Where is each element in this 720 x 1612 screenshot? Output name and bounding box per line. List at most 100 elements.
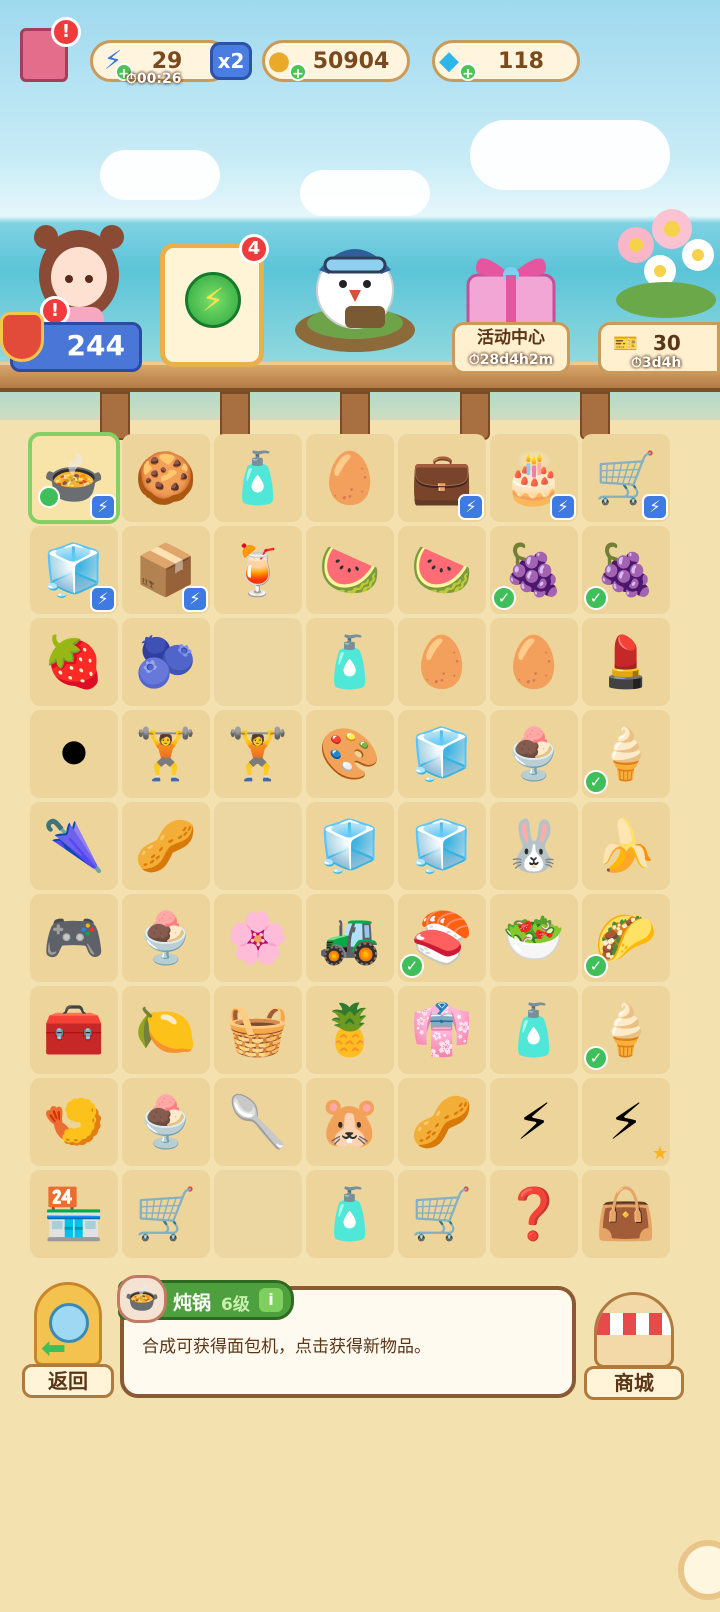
board-cell[interactable]: 💄 <box>582 618 670 706</box>
board-cell[interactable]: 🧊 <box>398 710 486 798</box>
board-cell[interactable]: 🏪 <box>30 1170 118 1258</box>
board-cell[interactable]: 📦 ⚡ <box>122 526 210 614</box>
energy-multiplier-button[interactable]: x2 <box>210 42 252 80</box>
board-cell[interactable]: 👘 <box>398 986 486 1074</box>
lightning-badge-icon: ⚡ <box>90 586 116 612</box>
board-cell[interactable]: 🛒 <box>122 1170 210 1258</box>
board-cell[interactable] <box>214 1170 302 1258</box>
cloud <box>300 170 430 216</box>
flower-timer: ⏱3d4h <box>631 355 681 371</box>
board-cell[interactable]: 🥗 <box>490 894 578 982</box>
board-cell[interactable]: 🎨 <box>306 710 394 798</box>
board-cell[interactable]: 🥜 <box>398 1078 486 1166</box>
board-cell[interactable]: 🍦 ✓ <box>582 710 670 798</box>
sponge-icon: 🥚 <box>410 633 474 691</box>
rainbow-energy-orb-icon: ⚡ <box>608 1093 644 1151</box>
board-cell[interactable]: 🧊 <box>398 802 486 890</box>
gem-counter[interactable]: ◆ + 118 <box>432 40 580 82</box>
warehouse-icon: 🏪 <box>42 1185 106 1243</box>
board-cell[interactable]: 🍋 <box>122 986 210 1074</box>
plus-icon: + <box>289 63 307 82</box>
board-cell[interactable]: 🌂 <box>30 802 118 890</box>
board-cell[interactable]: 🏋 <box>214 710 302 798</box>
bunny-slippers-icon: 🐰 <box>502 817 566 875</box>
board-cell[interactable]: 🍹 <box>214 526 302 614</box>
coin-value: 50904 <box>312 48 390 74</box>
board-cell[interactable]: 🧊 ⚡ <box>30 526 118 614</box>
selected-item-tag: 🍲 炖锅 6级 i <box>117 1275 294 1323</box>
board-cell[interactable]: ⚫ <box>30 710 118 798</box>
item-description: 合成可获得面包机，点击获得新物品。 <box>142 1337 431 1357</box>
board-cell[interactable]: 🧴 <box>490 986 578 1074</box>
luggage-cart-icon: 🛒 <box>410 1185 474 1243</box>
pilot-bird-nest[interactable] <box>285 218 425 358</box>
board-cell[interactable]: 🍌 <box>582 802 670 890</box>
board-cell[interactable]: 🌸 <box>214 894 302 982</box>
board-cell[interactable]: 🍨 <box>122 1078 210 1166</box>
level-value: 244 <box>66 329 125 362</box>
board-cell[interactable]: 🐹 <box>306 1078 394 1166</box>
flower-event-button[interactable]: 🎫 30 ⏱3d4h <box>598 322 720 374</box>
board-cell[interactable]: 🧴 <box>214 434 302 522</box>
board-cell[interactable]: 🍇 ✓ <box>490 526 578 614</box>
ice-cream-cup-icon: 🍨 <box>502 725 566 783</box>
sponge-icon: 🥚 <box>318 449 382 507</box>
board-cell[interactable]: 🍤 <box>30 1078 118 1166</box>
board-cell[interactable]: 🏋 <box>122 710 210 798</box>
board-cell[interactable]: 🧊 <box>306 802 394 890</box>
shop-button[interactable]: 商城 <box>584 1292 684 1400</box>
watermelon-drink-icon: 🍉 <box>318 541 382 599</box>
board-cell[interactable]: 🥚 <box>306 434 394 522</box>
board-cell[interactable]: 🐰 <box>490 802 578 890</box>
board-cell[interactable]: 🌮 ✓ <box>582 894 670 982</box>
lemon-dessert-icon: 🍋 <box>134 1001 198 1059</box>
plus-icon: + <box>459 63 477 82</box>
board-cell[interactable]: 💼 ⚡ <box>398 434 486 522</box>
board-cell[interactable]: 🎂 ⚡ <box>490 434 578 522</box>
board-cell[interactable]: 🍉 <box>306 526 394 614</box>
board-cell[interactable]: 🍪 <box>122 434 210 522</box>
shield-icon[interactable] <box>0 312 44 362</box>
board-cell[interactable]: 🎮 <box>30 894 118 982</box>
board-cell[interactable]: 🧴 <box>306 618 394 706</box>
board-cell[interactable]: 🥜 <box>122 802 210 890</box>
board-cell[interactable]: 🥚 <box>490 618 578 706</box>
board-cell[interactable]: 🥄 <box>214 1078 302 1166</box>
board-cell[interactable]: 🍓 <box>30 618 118 706</box>
board-cell[interactable]: ⚡ <box>490 1078 578 1166</box>
board-cell[interactable]: 👜 <box>582 1170 670 1258</box>
board-cell[interactable]: 🥚 <box>398 618 486 706</box>
board-cell[interactable]: 🧴 <box>306 1170 394 1258</box>
coin-counter[interactable]: ● + 50904 <box>262 40 410 82</box>
salmon-salad-icon: 🥗 <box>502 909 566 967</box>
board-cell[interactable]: 🍦 ✓ <box>582 986 670 1074</box>
cloud <box>100 150 220 200</box>
board-cell[interactable]: 🍲 ⚡ <box>28 432 120 524</box>
merge-board: 🍲 ⚡ 🍪 🧴 🥚 💼 ⚡ 🎂 ⚡ 🛒 ⚡ 🧊 ⚡ 📦 ⚡ 🍹 🍉 🍉 🍇 ✓ 🍇 ✓ 🍓 🫐 🧴 🥚 🥚 💄 ⚫ 🏋 🏋 🎨 🧊 🍨 🍦 ✓ 🌂 🥜 🧊 🧊… <box>28 432 672 1260</box>
board-cell[interactable]: 🧰 <box>30 986 118 1074</box>
info-button[interactable]: i <box>259 1288 283 1312</box>
board-cell[interactable]: ❓ <box>490 1170 578 1258</box>
board-cell[interactable]: 🛒 <box>398 1170 486 1258</box>
seeds-pair-icon: 🥜 <box>410 1093 474 1151</box>
board-cell[interactable]: 🍨 <box>122 894 210 982</box>
ready-dot-icon <box>38 486 60 508</box>
energy-chest-button[interactable]: ⚡ 4 <box>160 234 269 367</box>
lightning-icon: ⚡ <box>185 272 241 328</box>
board-cell[interactable]: 🍇 ✓ <box>582 526 670 614</box>
quest-book-button[interactable]: ! <box>20 17 81 82</box>
board-cell[interactable] <box>214 618 302 706</box>
board-cell[interactable]: 🫐 <box>122 618 210 706</box>
event-center-button[interactable]: 活动中心 ⏱28d4h2m <box>452 322 570 374</box>
board-cell[interactable]: 🍣 ✓ <box>398 894 486 982</box>
board-cell[interactable]: 🍨 <box>490 710 578 798</box>
board-cell[interactable]: 🍍 <box>306 986 394 1074</box>
board-cell[interactable]: 🧺 <box>214 986 302 1074</box>
back-button[interactable]: ⬅ 返回 <box>22 1282 114 1398</box>
flower-pot-icon[interactable] <box>606 205 720 320</box>
board-cell[interactable]: 🛒 ⚡ <box>582 434 670 522</box>
board-cell[interactable] <box>214 802 302 890</box>
board-cell[interactable]: ⚡ ★ <box>582 1078 670 1166</box>
board-cell[interactable]: 🚜 <box>306 894 394 982</box>
board-cell[interactable]: 🍉 <box>398 526 486 614</box>
